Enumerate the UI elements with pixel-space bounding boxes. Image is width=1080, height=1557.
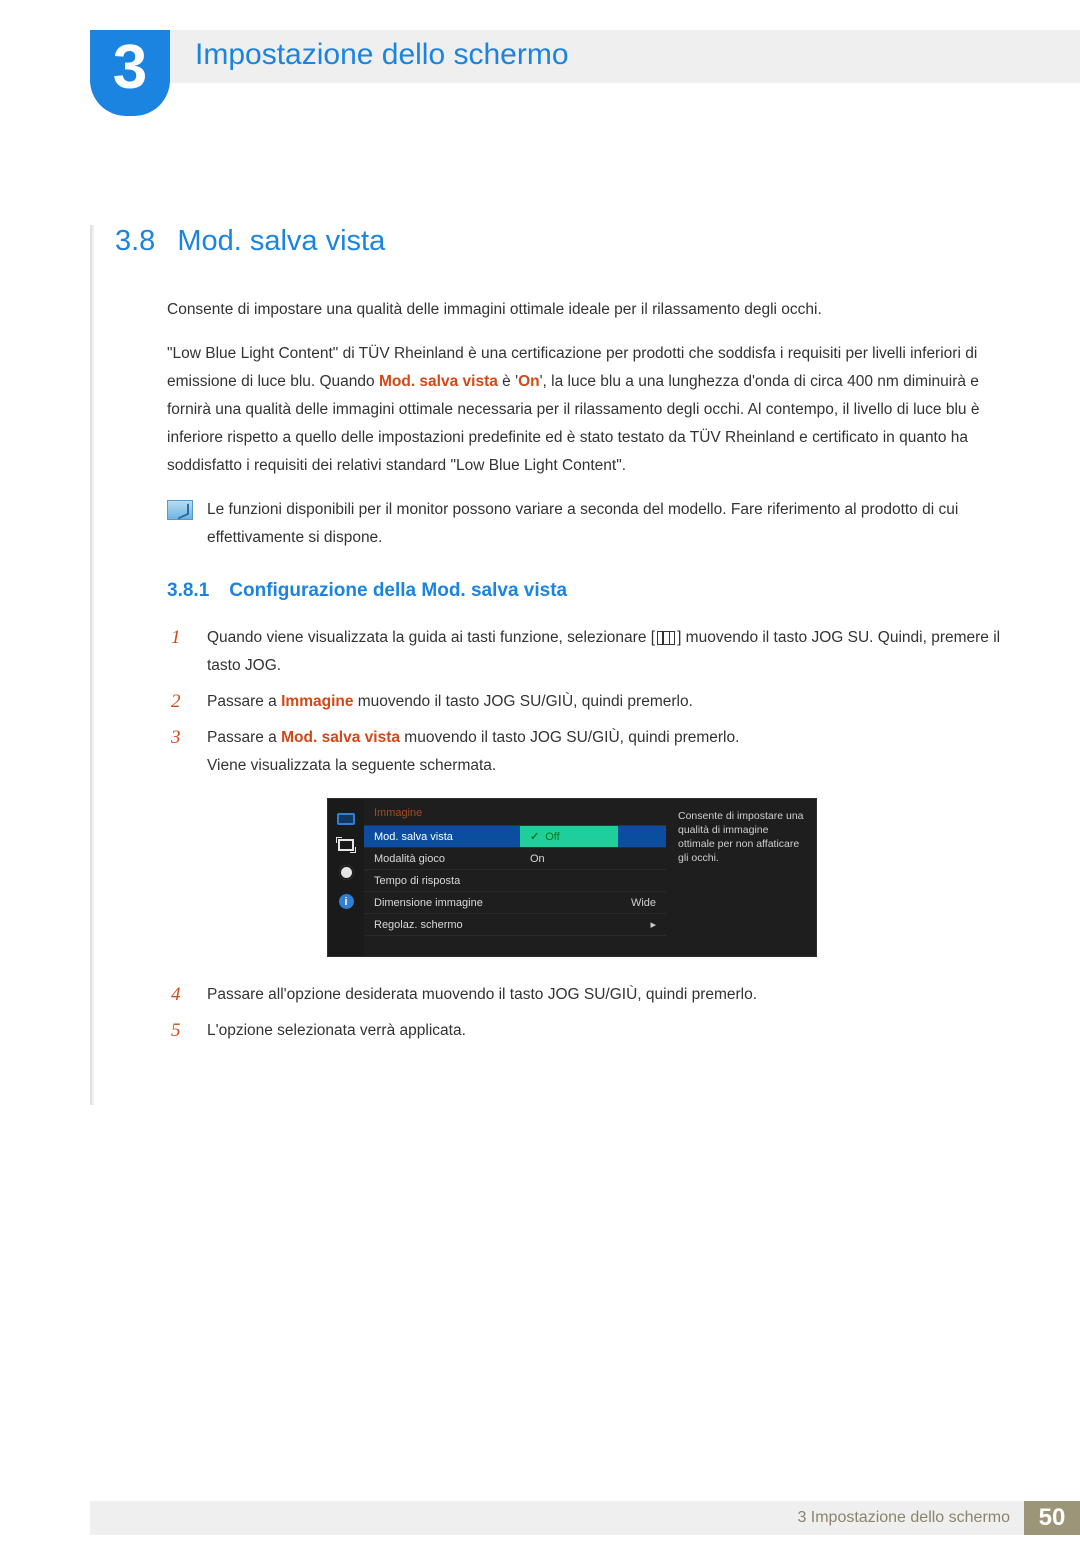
subsection-title: Configurazione della Mod. salva vista xyxy=(229,580,567,602)
step-3: 3 Passare a Mod. salva vista muovendo il… xyxy=(171,724,1005,780)
highlighted-term-3: Immagine xyxy=(281,693,353,710)
p2-part-b: è ' xyxy=(498,373,518,390)
step-3-text-b: muovendo il tasto JOG SU/GIÙ, quindi pre… xyxy=(400,729,739,746)
osd-item-game-mode: Modalità gioco xyxy=(364,848,666,870)
menu-icon xyxy=(657,631,675,645)
osd-option-off: ✓ Off xyxy=(520,826,618,848)
section-number: 3.8 xyxy=(115,225,155,258)
section-title: Mod. salva vista xyxy=(177,225,385,258)
step-number: 5 xyxy=(171,1017,189,1045)
step-5: 5 L'opzione selezionata verrà applicata. xyxy=(171,1017,1005,1045)
note-icon xyxy=(167,500,193,520)
page-footer: 3 Impostazione dello schermo 50 xyxy=(0,1502,1080,1557)
osd-item-eye-saver: Mod. salva vista xyxy=(364,826,666,848)
step-3-text-c: Viene visualizzata la seguente schermata… xyxy=(207,757,496,774)
osd-sidebar: i xyxy=(328,799,364,956)
osd-item-screen-adjust: Regolaz. schermo ▸ xyxy=(364,914,666,936)
step-1: 1 Quando viene visualizzata la guida ai … xyxy=(171,624,1005,680)
step-number: 3 xyxy=(171,724,189,780)
highlighted-term-4: Mod. salva vista xyxy=(281,729,400,746)
chapter-number: 3 xyxy=(113,32,147,103)
osd-description: Consente di impostare una qualità di imm… xyxy=(666,799,816,956)
osd-label: Regolaz. schermo xyxy=(374,919,650,931)
step-5-text: L'opzione selezionata verrà applicata. xyxy=(207,1017,1005,1045)
note-text: Le funzioni disponibili per il monitor p… xyxy=(207,496,1005,552)
step-2-text-a: Passare a xyxy=(207,693,281,710)
step-3-text-a: Passare a xyxy=(207,729,281,746)
osd-option-label: On xyxy=(530,853,545,865)
osd-item-image-size: Dimensione immagine Wide xyxy=(364,892,666,914)
check-icon: ✓ xyxy=(530,830,539,843)
step-4-text: Passare all'opzione desiderata muovendo … xyxy=(207,981,1005,1009)
step-1-text-a: Quando viene visualizzata la guida ai ta… xyxy=(207,629,655,646)
intro-paragraph-2: "Low Blue Light Content" di TÜV Rheinlan… xyxy=(167,340,1005,480)
page-number: 50 xyxy=(1024,1501,1080,1535)
subsection-heading: 3.8.1 Configurazione della Mod. salva vi… xyxy=(167,580,1005,602)
monitor-icon xyxy=(337,813,355,825)
step-2: 2 Passare a Immagine muovendo il tasto J… xyxy=(171,688,1005,716)
info-icon: i xyxy=(339,894,354,909)
osd-item-response-time: Tempo di risposta xyxy=(364,870,666,892)
footer-chapter-label: 3 Impostazione dello schermo xyxy=(797,1509,1010,1527)
highlighted-term-1: Mod. salva vista xyxy=(379,373,498,390)
intro-paragraph-1: Consente di impostare una qualità delle … xyxy=(167,296,1005,324)
note-callout: Le funzioni disponibili per il monitor p… xyxy=(167,496,1005,552)
step-number: 1 xyxy=(171,624,189,680)
step-list: 1 Quando viene visualizzata la guida ai … xyxy=(171,624,1005,780)
osd-option-on: On xyxy=(520,848,618,870)
osd-option-label: Off xyxy=(545,831,559,843)
step-number: 2 xyxy=(171,688,189,716)
osd-submenu: ✓ Off On xyxy=(520,826,618,870)
step-2-text-b: muovendo il tasto JOG SU/GIÙ, quindi pre… xyxy=(353,693,692,710)
step-list-continued: 4 Passare all'opzione desiderata muovend… xyxy=(171,981,1005,1045)
chapter-badge: 3 xyxy=(90,30,170,116)
chapter-title: Impostazione dello schermo xyxy=(195,38,569,72)
step-4: 4 Passare all'opzione desiderata muovend… xyxy=(171,981,1005,1009)
highlighted-term-2: On xyxy=(518,373,540,390)
step-number: 4 xyxy=(171,981,189,1009)
osd-value: Wide xyxy=(631,897,656,909)
osd-main-panel: Immagine Mod. salva vista ✓ Off xyxy=(364,799,666,956)
chevron-right-icon: ▸ xyxy=(650,918,656,931)
subsection-number: 3.8.1 xyxy=(167,580,209,602)
osd-label: Tempo di risposta xyxy=(374,875,656,887)
section-heading: 3.8 Mod. salva vista xyxy=(115,225,1005,258)
gear-icon xyxy=(339,865,354,880)
osd-label: Dimensione immagine xyxy=(374,897,631,909)
osd-screenshot: i Immagine Mod. salva vista ✓ xyxy=(327,798,1005,957)
osd-menu-title: Immagine xyxy=(364,807,666,826)
chapter-header: 3 Impostazione dello schermo xyxy=(0,30,1080,110)
resize-icon xyxy=(338,839,354,851)
left-gutter xyxy=(90,225,94,1105)
